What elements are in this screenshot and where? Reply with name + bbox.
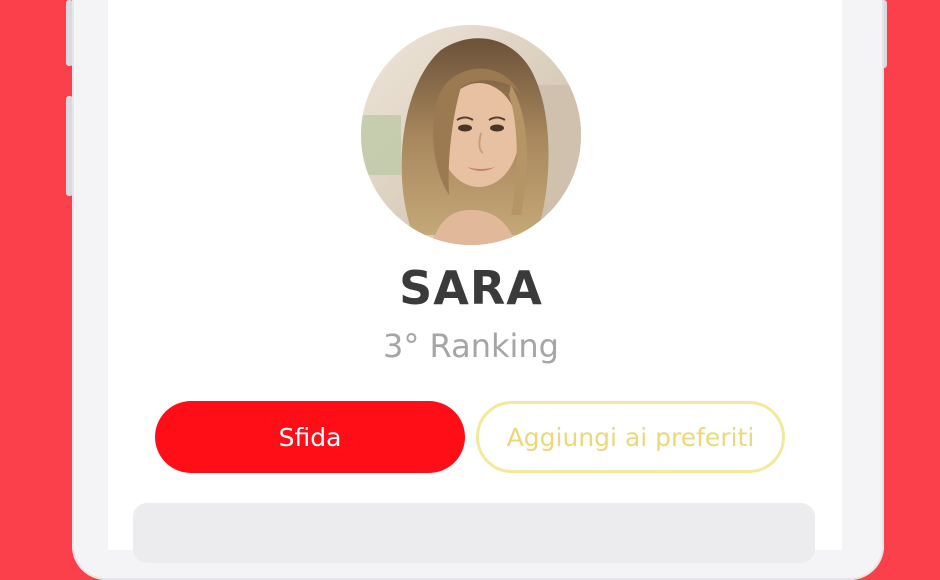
profile-ranking: 3° Ranking xyxy=(383,327,559,365)
challenge-button[interactable]: Sfida xyxy=(155,401,465,473)
bottom-card xyxy=(133,503,815,563)
profile-name: SARA xyxy=(399,261,543,315)
avatar xyxy=(361,25,581,245)
add-to-favorites-button[interactable]: Aggiungi ai preferiti xyxy=(476,401,785,473)
add-to-favorites-button-label: Aggiungi ai preferiti xyxy=(506,422,755,452)
challenge-button-label: Sfida xyxy=(278,422,342,452)
avatar-photo xyxy=(361,25,581,245)
